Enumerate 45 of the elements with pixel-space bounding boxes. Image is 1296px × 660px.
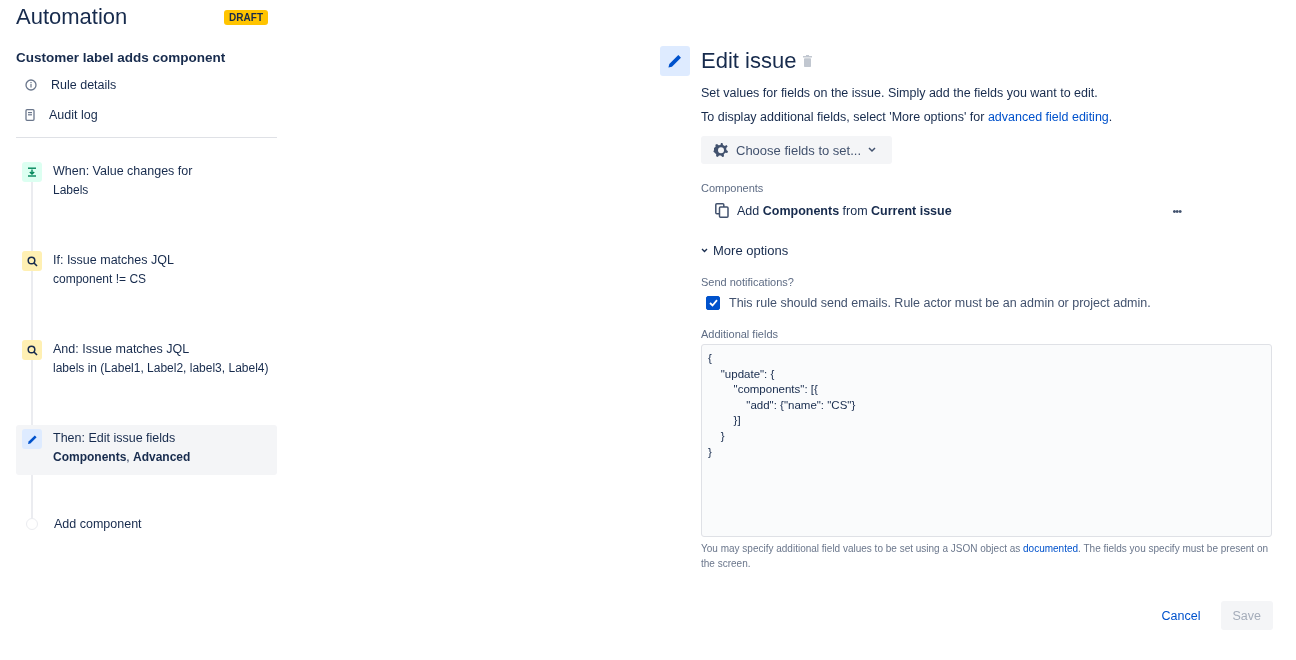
rule-step[interactable]: When: Value changes for Labels <box>16 158 277 247</box>
search-icon <box>26 344 38 356</box>
rule-name: Customer label adds component <box>16 50 227 65</box>
step-title: If: Issue matches JQL <box>53 253 174 267</box>
editor-title: Edit issue <box>701 48 797 74</box>
rule-step[interactable]: If: Issue matches JQL component != CS <box>16 247 277 336</box>
field-label: Additional fields <box>701 328 780 340</box>
rule-step[interactable]: And: Issue matches JQL labels in (Label1, Label2, label3, Label4) <box>16 336 277 425</box>
step-title: Then: Edit issue fields <box>53 431 177 445</box>
info-icon <box>25 79 37 91</box>
choose-fields-button[interactable]: Choose fields to set... <box>701 136 892 164</box>
search-icon <box>26 255 38 267</box>
page-title: Automation <box>16 4 128 30</box>
document-icon <box>25 109 35 121</box>
checkbox[interactable] <box>706 296 720 310</box>
step-title: When: Value changes for <box>53 164 193 178</box>
component-value: Add Components from Current issue <box>737 203 953 218</box>
help-text: You may specify additional field values to be set using a JSON object as documented. The fields you specify must be present on the screen. <box>701 542 1269 571</box>
rule-step[interactable]: Then: Edit issue fields Components, Advanced <box>16 425 277 475</box>
json-input[interactable]: { "update": { "components": [{ "add": {"name": "CS"} }] } } <box>701 344 1272 537</box>
pencil-icon <box>667 53 683 69</box>
checkbox-label: This rule should send emails. Rule actor must be an admin or project admin. <box>729 296 1151 310</box>
description-text: Set values for fields on the issue. Simply add the fields you want to edit. <box>701 86 1099 100</box>
pencil-icon <box>26 433 38 445</box>
sidebar-link[interactable]: Audit log <box>49 108 98 122</box>
field-label: Components <box>701 182 765 194</box>
cancel-button[interactable]: Cancel <box>1149 601 1213 630</box>
chevron-down-icon <box>868 147 876 153</box>
more-options-toggle[interactable]: More options <box>701 243 789 258</box>
status-lozenge: DRAFT <box>224 9 268 25</box>
more-actions-button[interactable]: ••• <box>1172 204 1181 217</box>
field-label: Send notifications? <box>701 276 795 288</box>
add-component-link[interactable]: Add component <box>54 517 142 531</box>
gear-icon <box>713 142 729 158</box>
chevron-icon <box>701 248 708 253</box>
sidebar-link[interactable]: Rule details <box>51 78 117 92</box>
step-detail: labels in (Label1, Label2, label3, Label4) <box>53 361 269 375</box>
hint-text: To display additional fields, select 'More options' for advanced field editing. <box>701 110 1114 124</box>
copy-icon <box>715 203 729 218</box>
step-title: And: Issue matches JQL <box>53 342 191 356</box>
step-detail: component != CS <box>53 272 148 286</box>
step-detail: Labels <box>53 183 90 197</box>
download-icon <box>27 167 37 177</box>
advanced-editing-link[interactable]: advanced field editing <box>987 110 1109 124</box>
step-detail: Components, Advanced <box>53 450 191 464</box>
